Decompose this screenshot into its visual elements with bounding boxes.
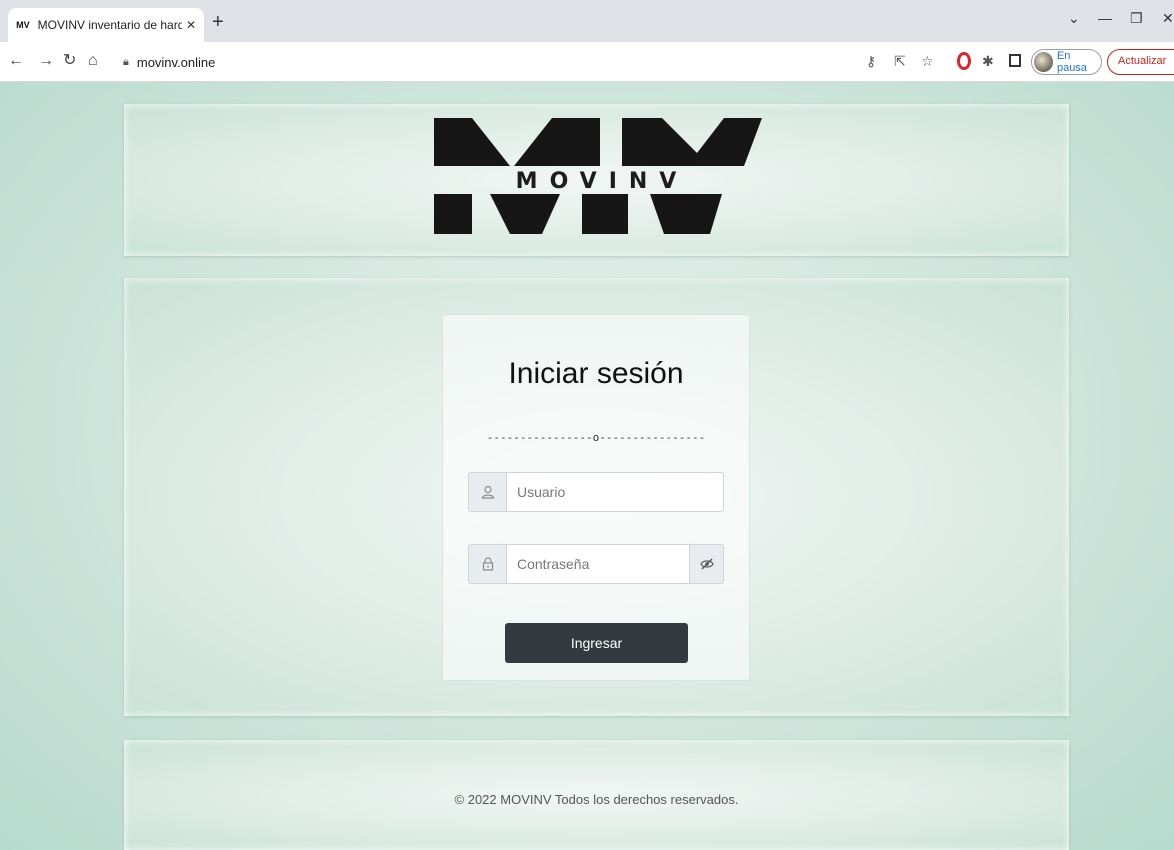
lock-icon	[469, 545, 507, 583]
star-icon[interactable]: ☆	[921, 53, 934, 69]
update-button[interactable]: Actualizar	[1107, 49, 1174, 75]
extensions-icon[interactable]: ✱	[982, 53, 994, 69]
forward-icon[interactable]: →	[38, 52, 54, 70]
lock-icon[interactable]: 🔒︎	[123, 56, 129, 69]
share-icon[interactable]: ⇱	[894, 53, 906, 69]
address-url[interactable]: movinv.online	[137, 55, 216, 70]
browser-tab-bar: MV MOVINV inventario de hardware ✕ + ⌄ —…	[0, 0, 1174, 42]
browser-toolbar: ← → ↻ ⌂ 🔒︎ movinv.online ⚷ ⇱ ☆ ✱ En paus…	[0, 42, 1174, 82]
tab-search-icon[interactable]: ⌄	[1068, 10, 1080, 27]
username-input[interactable]	[507, 473, 723, 511]
restore-icon[interactable]: ❐	[1130, 10, 1143, 27]
new-tab-button[interactable]: +	[212, 12, 224, 32]
reload-icon[interactable]: ↻	[63, 52, 76, 70]
close-window-icon[interactable]: ✕	[1162, 10, 1174, 27]
avatar	[1034, 52, 1053, 72]
page-viewport: MOVINV Iniciar sesión ----------------o-…	[0, 82, 1174, 850]
key-icon[interactable]: ⚷	[866, 53, 876, 69]
divider: ----------------o----------------	[486, 431, 706, 444]
opera-icon[interactable]	[957, 52, 971, 70]
home-icon[interactable]: ⌂	[88, 52, 98, 70]
password-input[interactable]	[507, 545, 689, 583]
main-panel: Iniciar sesión ----------------o--------…	[124, 278, 1069, 716]
header-panel: MOVINV	[124, 104, 1069, 256]
browser-tab[interactable]: MV MOVINV inventario de hardware ✕	[8, 8, 204, 42]
user-icon	[469, 473, 507, 511]
sidebar-icon[interactable]	[1009, 54, 1021, 67]
back-icon[interactable]: ←	[8, 52, 24, 70]
address-bar[interactable]: 🔒︎ movinv.online	[115, 49, 855, 75]
profile-status: En pausa	[1056, 50, 1087, 74]
tab-title: MOVINV inventario de hardware	[37, 18, 182, 32]
profile-button[interactable]: En pausa	[1031, 49, 1102, 75]
movinv-logo: MOVINV	[434, 118, 762, 234]
login-button[interactable]: Ingresar	[505, 623, 688, 663]
login-title: Iniciar sesión	[508, 357, 684, 390]
logo-text: MOVINV	[516, 169, 689, 194]
minimize-icon[interactable]: —	[1098, 10, 1112, 26]
login-card: Iniciar sesión ----------------o--------…	[442, 314, 750, 681]
password-group	[468, 544, 724, 584]
copyright-text: © 2022 MOVINV Todos los derechos reserva…	[454, 792, 739, 807]
eye-slash-icon[interactable]	[689, 545, 723, 583]
footer-panel: © 2022 MOVINV Todos los derechos reserva…	[124, 740, 1069, 850]
favicon-icon: MV	[16, 20, 30, 30]
tab-close-icon[interactable]: ✕	[186, 18, 196, 32]
username-group	[468, 472, 724, 512]
